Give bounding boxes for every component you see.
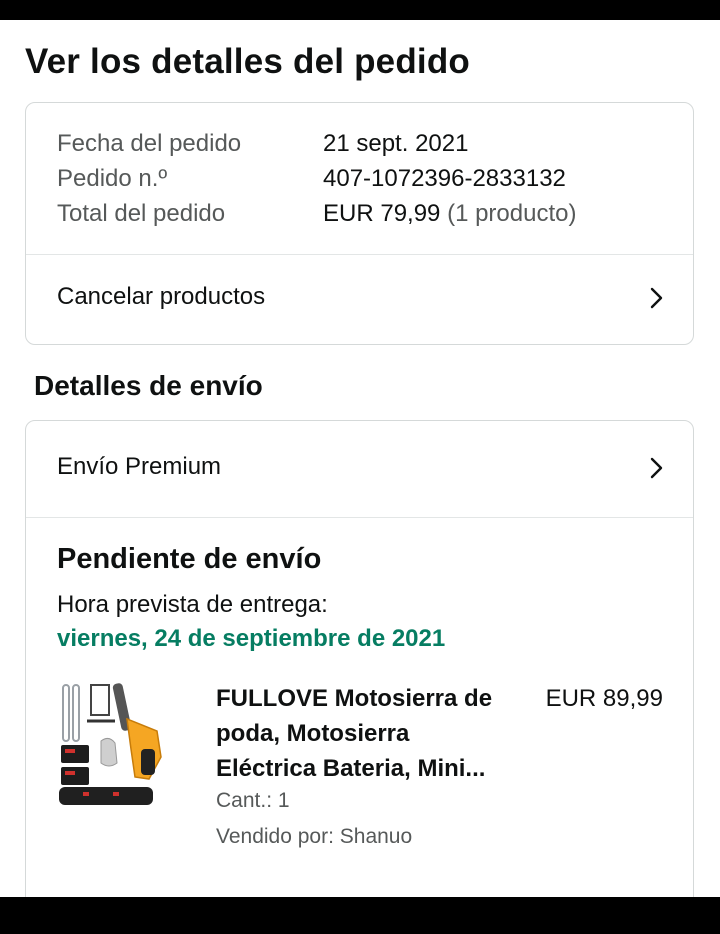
premium-shipping-button[interactable]: Envío Premium bbox=[26, 425, 693, 511]
order-total-label: Total del pedido bbox=[57, 200, 226, 227]
product-quantity: Cant.: 1 bbox=[216, 789, 290, 812]
divider bbox=[26, 517, 693, 518]
delivery-estimate-label: Hora prevista de entrega: bbox=[57, 591, 328, 618]
order-total-row: Total del pedido EUR 79,99 (1 producto) bbox=[57, 199, 576, 229]
chevron-right-icon bbox=[650, 287, 663, 309]
status-bar bbox=[0, 0, 720, 20]
shipment-status-title: Pendiente de envío bbox=[57, 543, 322, 575]
page-title: Ver los detalles del pedido bbox=[25, 42, 470, 81]
cancel-products-button[interactable]: Cancelar productos bbox=[26, 255, 693, 341]
chevron-right-icon bbox=[650, 457, 663, 479]
order-number-row: Pedido n.º 407-1072396-2833132 bbox=[57, 164, 566, 194]
product-image[interactable] bbox=[57, 679, 177, 809]
navigation-bar bbox=[0, 897, 720, 934]
order-number-value: 407-1072396-2833132 bbox=[323, 165, 566, 192]
shipping-section-title: Detalles de envío bbox=[34, 370, 263, 401]
order-total-items: (1 producto) bbox=[447, 200, 577, 227]
order-date-row: Fecha del pedido 21 sept. 2021 bbox=[57, 129, 468, 159]
product-title-link[interactable]: FULLOVE Motosierra de poda, Motosierra E… bbox=[216, 681, 516, 786]
order-total-value-wrap: EUR 79,99 (1 producto) bbox=[323, 199, 576, 229]
order-summary-card: Fecha del pedido 21 sept. 2021 Pedido n.… bbox=[25, 102, 694, 345]
premium-shipping-label: Envío Premium bbox=[57, 453, 222, 480]
order-total-value: EUR 79,99 bbox=[323, 200, 441, 227]
delivery-estimate-date: viernes, 24 de septiembre de 2021 bbox=[57, 625, 446, 652]
order-number-label: Pedido n.º bbox=[57, 165, 168, 192]
order-date-value: 21 sept. 2021 bbox=[323, 130, 469, 157]
order-date-label: Fecha del pedido bbox=[57, 130, 242, 157]
product-price: EUR 89,99 bbox=[545, 685, 663, 712]
product-seller: Vendido por: Shanuo bbox=[216, 825, 413, 848]
shipping-card: Envío Premium Pendiente de envío Hora pr… bbox=[25, 420, 694, 920]
cancel-products-label: Cancelar productos bbox=[57, 283, 266, 310]
